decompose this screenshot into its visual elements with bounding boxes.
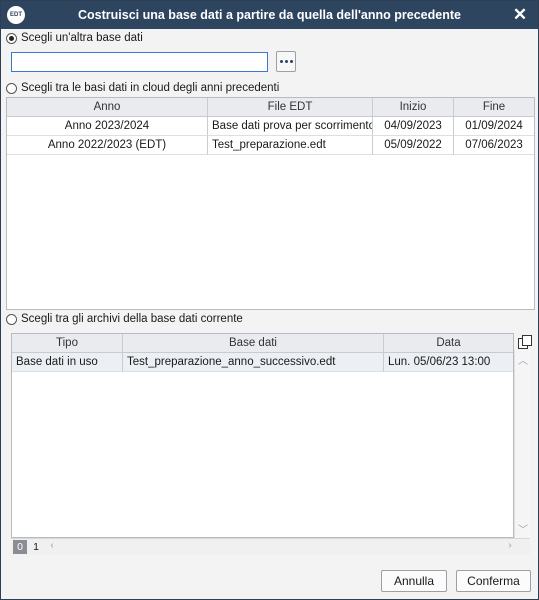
radio-archives[interactable]: Scegli tra gli archivi della base dati c… [6, 311, 243, 327]
table-row[interactable]: Anno 2023/2024 Base dati prova per scorr… [7, 117, 534, 136]
radio-archives-label: Scegli tra gli archivi della base dati c… [21, 313, 243, 325]
copy-icon[interactable] [517, 334, 533, 350]
column-header-inizio[interactable]: Inizio [373, 98, 454, 117]
radio-other-db[interactable]: Scegli un'altra base dati [6, 30, 143, 46]
table-row[interactable]: Anno 2022/2023 (EDT) Test_preparazione.e… [7, 136, 534, 155]
cloud-db-table-header: Anno File EDT Inizio Fine [7, 98, 534, 117]
scroll-left-icon[interactable]: ‹ [45, 540, 59, 551]
radio-cloud-db[interactable]: Scegli tra le basi dati in cloud degli a… [6, 80, 279, 96]
radio-cloud-db-indicator[interactable] [6, 82, 17, 94]
column-header-base-dati[interactable]: Base dati [123, 334, 384, 353]
radio-cloud-db-label: Scegli tra le basi dati in cloud degli a… [21, 82, 280, 94]
scroll-up-icon[interactable]: ︿ [516, 352, 530, 367]
archives-table-header: Tipo Base dati Data [12, 334, 513, 353]
scroll-right-icon[interactable]: › [503, 540, 517, 551]
cell-inizio: 04/09/2023 [373, 117, 454, 136]
ellipsis-icon [279, 60, 283, 63]
page-0-button[interactable]: 0 [13, 540, 27, 554]
column-header-file-edt[interactable]: File EDT [208, 98, 373, 117]
edt-app-icon: EDT [7, 6, 25, 24]
close-icon[interactable]: ✕ [510, 5, 530, 25]
radio-other-db-indicator[interactable] [6, 32, 17, 44]
scroll-down-icon[interactable]: ﹀ [516, 521, 530, 536]
table-row[interactable]: Base dati in uso Test_preparazione_anno_… [12, 353, 513, 372]
dialog-window: EDT Costruisci una base dati a partire d… [0, 0, 539, 600]
radio-archives-indicator[interactable] [6, 313, 17, 325]
archives-pager: 0 1 ‹ › [11, 538, 530, 555]
cell-file-edt: Test_preparazione.edt [208, 136, 373, 155]
column-header-anno[interactable]: Anno [7, 98, 208, 117]
confirm-button[interactable]: Conferma [456, 570, 531, 592]
browse-button[interactable] [276, 51, 296, 72]
dialog-title: Costruisci una base dati a partire da qu… [78, 8, 461, 22]
cell-data: Lun. 05/06/23 13:00 [384, 353, 513, 372]
cell-fine: 01/09/2024 [454, 117, 534, 136]
cell-inizio: 05/09/2022 [373, 136, 454, 155]
cell-anno: Anno 2022/2023 (EDT) [7, 136, 208, 155]
cell-tipo: Base dati in uso [12, 353, 123, 372]
database-path-input[interactable] [11, 52, 268, 72]
cell-anno: Anno 2023/2024 [7, 117, 208, 136]
radio-other-db-label: Scegli un'altra base dati [21, 32, 143, 44]
column-header-fine[interactable]: Fine [454, 98, 534, 117]
page-1-button[interactable]: 1 [29, 540, 43, 554]
column-header-data[interactable]: Data [384, 334, 513, 353]
archives-vertical-scrollbar[interactable]: ︿ ﹀ [514, 350, 530, 538]
cell-base-dati: Test_preparazione_anno_successivo.edt [123, 353, 384, 372]
archives-table: Tipo Base dati Data Base dati in uso Tes… [11, 333, 514, 538]
cloud-db-table: Anno File EDT Inizio Fine Anno 2023/2024… [6, 97, 535, 310]
cancel-button[interactable]: Annulla [381, 570, 447, 592]
cell-fine: 07/06/2023 [454, 136, 534, 155]
title-bar: EDT Costruisci una base dati a partire d… [1, 1, 538, 29]
cell-file-edt: Base dati prova per scorrimento. [208, 117, 373, 136]
column-header-tipo[interactable]: Tipo [12, 334, 123, 353]
